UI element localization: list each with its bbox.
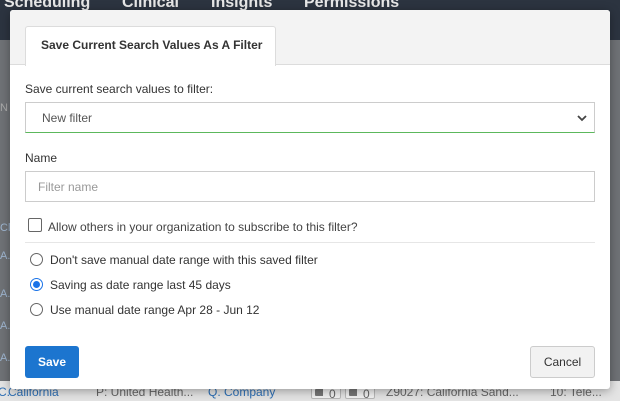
cancel-button[interactable]: Cancel (530, 346, 595, 378)
tag-icon (315, 389, 323, 396)
filter-select-value: New filter (42, 111, 93, 125)
divider (25, 242, 595, 243)
radio-manual-date-range-label: Use manual date range Apr 28 - Jun 12 (50, 303, 260, 317)
share-checkbox-label: Allow others in your organization to sub… (48, 220, 358, 234)
filter-select[interactable]: New filter (25, 102, 595, 133)
background-fragment: A. (0, 250, 11, 262)
radio-no-date-range-label: Don't save manual date range with this s… (50, 253, 318, 267)
radio-last-45-days-label: Saving as date range last 45 days (50, 278, 231, 292)
radio-manual-date-range[interactable] (30, 303, 43, 316)
background-fragment: A. (0, 352, 11, 364)
name-label: Name (25, 151, 58, 165)
radio-last-45-days[interactable] (30, 278, 43, 291)
background-fragment: A. (0, 288, 11, 300)
save-button[interactable]: Save (25, 346, 79, 378)
tag-icon (349, 389, 357, 396)
filter-name-input[interactable] (25, 171, 595, 202)
filter-select-label: Save current search values to filter: (25, 82, 214, 96)
modal-header: Save Current Search Values As A Filter (10, 10, 610, 66)
chevron-down-icon (577, 115, 587, 122)
tab-save-filter[interactable]: Save Current Search Values As A Filter (25, 26, 276, 66)
share-checkbox[interactable] (28, 218, 42, 232)
radio-no-date-range[interactable] (30, 253, 43, 266)
save-filter-modal: Save Current Search Values As A Filter S… (10, 10, 610, 389)
background-fragment: N (0, 102, 8, 114)
background-fragment: A. (0, 320, 11, 332)
